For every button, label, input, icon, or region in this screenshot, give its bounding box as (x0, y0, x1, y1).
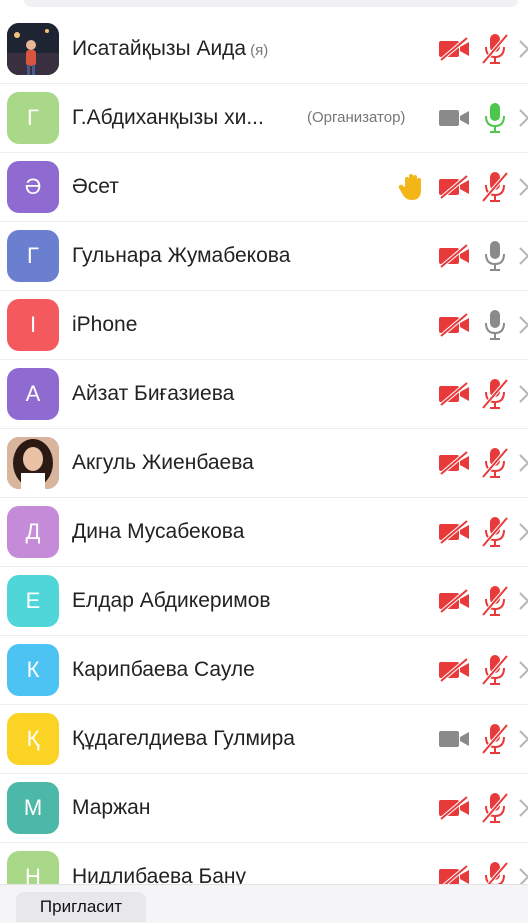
avatar: Г (7, 92, 59, 144)
chevron-right-icon[interactable] (519, 39, 528, 59)
video-off-icon (438, 243, 470, 269)
participant-row[interactable]: М Маржан (0, 774, 528, 843)
participant-row[interactable]: IiPhone (0, 291, 528, 360)
chevron-right-icon[interactable] (519, 522, 528, 542)
microphone-icon (481, 102, 509, 134)
chevron-right-icon[interactable] (519, 798, 528, 818)
video-off-icon (438, 588, 470, 614)
participant-name-text: Гульнара Жумабекова (72, 244, 291, 267)
participant-name: Акгуль Жиенбаева (72, 429, 254, 497)
chevron-right-icon[interactable] (519, 246, 528, 266)
participant-name: Құдагелдиева Гулмира (72, 705, 295, 773)
participant-row[interactable]: Акгуль Жиенбаева (0, 429, 528, 498)
participant-row[interactable]: Д Дина Мусабекова (0, 498, 528, 567)
participant-name: iPhone (72, 291, 137, 359)
mic-muted-icon (481, 516, 509, 548)
avatar-photo (7, 437, 59, 489)
avatar: Г (7, 230, 59, 282)
participant-name-text: Г.Абдиханқызы хи... (72, 106, 264, 129)
participant-name: Гульнара Жумабекова (72, 222, 290, 290)
video-off-icon (438, 174, 470, 200)
participant-row[interactable]: Г Гульнара Жумабекова (0, 222, 528, 291)
participant-name-text: Акгуль Жиенбаева (72, 451, 254, 474)
video-off-icon (438, 657, 470, 683)
invite-button[interactable]: Пригласит (16, 892, 146, 922)
participant-name-text: Маржан (72, 796, 151, 819)
avatar: Е (7, 575, 59, 627)
participant-row[interactable]: К Карипбаева Сауле (0, 636, 528, 705)
video-off-icon (438, 36, 470, 62)
self-tag: (я) (250, 42, 269, 59)
mic-muted-icon (481, 723, 509, 755)
video-off-icon (438, 312, 470, 338)
mic-muted-icon (481, 585, 509, 617)
chevron-right-icon[interactable] (519, 453, 528, 473)
avatar-photo (7, 23, 59, 75)
participant-name: Г.Абдиханқызы хи... (72, 84, 264, 152)
avatar: Д (7, 506, 59, 558)
chevron-right-icon[interactable] (519, 315, 528, 335)
participant-name-text: Елдар Абдикеримов (72, 589, 271, 612)
participant-name: Маржан (72, 774, 150, 842)
participant-row[interactable]: А Айзат Биғазиева (0, 360, 528, 429)
participant-row[interactable]: Ә Әсет (0, 153, 528, 222)
participant-name: Дина Мусабекова (72, 498, 244, 566)
avatar: М (7, 782, 59, 834)
avatar: К (7, 644, 59, 696)
avatar: I (7, 299, 59, 351)
participant-row[interactable]: Қ Құдагелдиева Гулмира (0, 705, 528, 774)
mic-muted-icon (481, 33, 509, 65)
chevron-right-icon[interactable] (519, 591, 528, 611)
participant-name-text: Айзат Биғазиева (72, 382, 235, 405)
video-camera-icon (438, 727, 470, 751)
participant-name-text: iPhone (72, 313, 138, 336)
mic-muted-icon (481, 792, 509, 824)
raised-hand-icon (397, 173, 425, 201)
avatar: А (7, 368, 59, 420)
participant-name: Исатайқызы Аида (я) (72, 15, 268, 83)
video-off-icon (438, 795, 470, 821)
participant-row[interactable]: Г Г.Абдиханқызы хи... (Организатор) (0, 84, 528, 153)
search-bar-edge[interactable] (24, 0, 518, 7)
mic-muted-icon (481, 447, 509, 479)
chevron-right-icon[interactable] (519, 660, 528, 680)
video-off-icon (438, 519, 470, 545)
participant-list: Исатайқызы Аида (я) Г Г.Абдиханқызы хи... (О… (0, 15, 528, 912)
chevron-right-icon[interactable] (519, 108, 528, 128)
participant-row[interactable]: Исатайқызы Аида (я) (0, 15, 528, 84)
participant-row[interactable]: Е Елдар Абдикеримов (0, 567, 528, 636)
participant-name-text: Дина Мусабекова (72, 520, 245, 543)
mic-muted-icon (481, 654, 509, 686)
video-off-icon (438, 381, 470, 407)
host-role-label: (Организатор) (307, 109, 406, 126)
chevron-right-icon[interactable] (519, 384, 528, 404)
participant-name: Карипбаева Сауле (72, 636, 255, 704)
participant-name-text: Исатайқызы Аида (72, 37, 247, 60)
participant-name: Елдар Абдикеримов (72, 567, 271, 635)
mic-muted-icon (481, 378, 509, 410)
participant-name-text: Құдагелдиева Гулмира (72, 727, 295, 750)
participant-name: Айзат Биғазиева (72, 360, 234, 428)
chevron-right-icon[interactable] (519, 177, 528, 197)
microphone-icon (481, 240, 509, 272)
avatar: Қ (7, 713, 59, 765)
video-camera-icon (438, 106, 470, 130)
microphone-icon (481, 309, 509, 341)
mic-muted-icon (481, 171, 509, 203)
participant-name-text: Карипбаева Сауле (72, 658, 255, 681)
chevron-right-icon[interactable] (519, 729, 528, 749)
participant-name-text: Әсет (72, 175, 119, 198)
avatar: Ә (7, 161, 59, 213)
participant-name: Әсет (72, 153, 119, 221)
video-off-icon (438, 450, 470, 476)
